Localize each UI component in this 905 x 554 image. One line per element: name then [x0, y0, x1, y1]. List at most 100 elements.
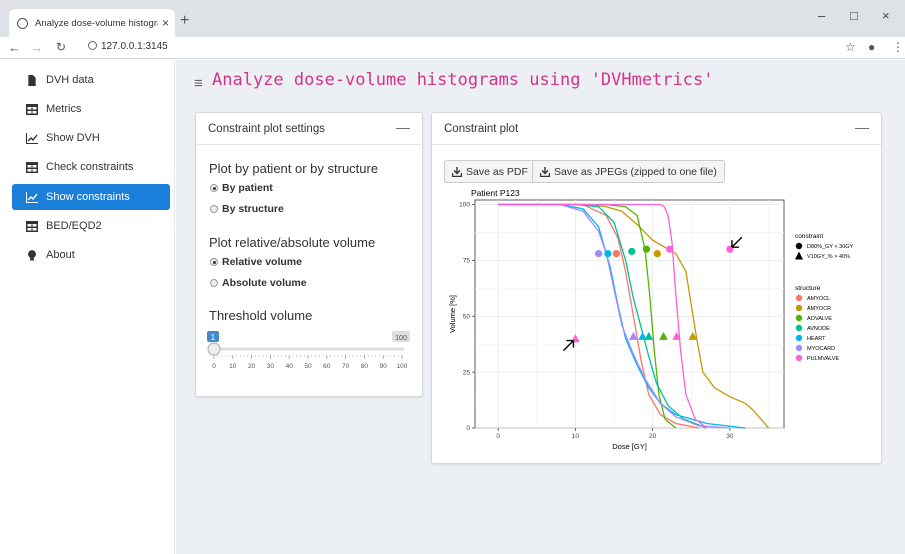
radio-by-structure[interactable]: By structure	[210, 203, 284, 215]
plot-panel	[474, 199, 785, 429]
radio-icon	[210, 205, 218, 213]
collapse-button[interactable]: —	[855, 119, 869, 135]
globe-icon	[17, 17, 28, 29]
save-pdf-button[interactable]: Save as PDF	[444, 160, 536, 183]
settings-box: Constraint plot settings — Plot by patie…	[195, 112, 423, 397]
close-window-button[interactable]: ×	[882, 8, 890, 23]
legend-label-structure: MYOCARD	[807, 346, 835, 352]
legend-key-amyocr	[795, 304, 803, 312]
x-tick-label: 10	[572, 433, 580, 440]
legend-label-structure: AVNODE	[807, 326, 830, 332]
slider-tick-label: 90	[380, 363, 388, 370]
sidebar: DVH data Metrics Show DVH Check constrai…	[0, 60, 175, 554]
settings-box-title: Constraint plot settings	[208, 123, 325, 135]
group1-label: Plot by patient or by structure	[209, 161, 379, 176]
x-tick-label: 30	[726, 433, 734, 440]
page-title: Analyze dose-volume histograms using 'DV…	[212, 70, 714, 90]
threshold-slider[interactable]: 1 100 0 10 20 30 40 50 60 70 80 90 100	[204, 328, 416, 374]
sidebar-item-bed-eqd2[interactable]: BED/EQD2	[12, 213, 170, 239]
legend-label-constraint: V10GY_% > 40%	[807, 254, 850, 260]
sidebar-item-dvh-data[interactable]: DVH data	[12, 67, 170, 93]
sidebar-item-label: BED/EQD2	[46, 220, 102, 232]
y-tick-label: 0	[466, 425, 470, 432]
save-jpeg-button[interactable]: Save as JPEGs (zipped to one file)	[532, 160, 725, 183]
radio-relative-volume[interactable]: Relative volume	[210, 256, 302, 268]
legend-key-heart	[795, 334, 803, 342]
slider-ticks: 0 10 20 30 40 50 60 70 80 90 100	[212, 355, 408, 370]
main-content: ≡ Analyze dose-volume histograms using '…	[176, 60, 905, 554]
slider-tick-label: 20	[248, 363, 256, 370]
sidebar-item-label: Check constraints	[46, 161, 134, 173]
table-icon	[26, 220, 38, 232]
back-icon[interactable]: ←	[8, 40, 21, 55]
collapse-button[interactable]: —	[396, 119, 410, 135]
line-chart-icon	[26, 132, 38, 144]
x-axis-label: Dose [GY]	[612, 442, 647, 451]
slider-tick-label: 40	[286, 363, 294, 370]
download-icon	[452, 166, 462, 177]
radio-by-patient[interactable]: By patient	[210, 182, 273, 194]
slider-value-text: 1	[211, 333, 216, 342]
slider-tick-label: 50	[304, 363, 312, 370]
table-icon	[26, 161, 38, 173]
legend-key-myocard	[795, 344, 803, 352]
legend-label-structure: AOVALVE	[807, 316, 832, 322]
sidebar-item-about[interactable]: About	[12, 242, 170, 268]
y-tick-label: 50	[463, 313, 471, 320]
sidebar-item-metrics[interactable]: Metrics	[12, 96, 170, 122]
slider-track[interactable]	[212, 347, 404, 351]
group2-label: Plot relative/absolute volume	[209, 235, 376, 250]
radio-selected-icon	[210, 184, 218, 192]
plot-box-title: Constraint plot	[444, 123, 519, 135]
browser-tab[interactable]: Analyze dose-volume histogram ×	[9, 9, 175, 37]
url-text: 127.0.0.1:3145	[101, 41, 168, 52]
legend-key-amyocl	[795, 294, 803, 302]
slider-max-text: 100	[395, 335, 407, 342]
legend-label-structure: PULMVALVE	[807, 356, 840, 362]
sidebar-item-show-dvh[interactable]: Show DVH	[12, 125, 170, 151]
tab-close-button[interactable]: ×	[162, 16, 169, 30]
save-jpeg-label: Save as JPEGs (zipped to one file)	[554, 165, 717, 178]
slider-tick-label: 100	[397, 363, 408, 370]
constraint-marker-circle	[604, 250, 612, 258]
radio-absolute-volume[interactable]: Absolute volume	[210, 277, 307, 289]
sidebar-item-show-constraints[interactable]: Show constraints	[12, 184, 170, 210]
sidebar-item-label: Show constraints	[46, 191, 130, 203]
radio-icon	[210, 279, 218, 287]
chart-title: Patient P123	[471, 188, 520, 198]
forward-icon[interactable]: →	[30, 40, 43, 55]
slider-tick-label: 0	[212, 363, 216, 370]
address-bar[interactable]: 127.0.0.1:3145	[88, 41, 168, 52]
legend-label-constraint: D80%_GY < 30GY	[807, 244, 854, 250]
y-tick-label: 75	[463, 258, 471, 265]
legend-label-structure: AMYOCL	[807, 296, 830, 302]
download-icon	[540, 166, 550, 177]
radio-label: By patient	[222, 182, 273, 194]
slider-tick-label: 80	[361, 363, 369, 370]
new-tab-button[interactable]: +	[180, 12, 189, 30]
sidebar-item-label: Metrics	[46, 103, 82, 115]
reload-icon[interactable]: ↻	[56, 40, 66, 54]
minimize-button[interactable]: –	[818, 8, 825, 23]
constraint-marker-circle	[653, 250, 661, 258]
radio-label: Absolute volume	[222, 277, 307, 289]
constraint-marker-circle	[642, 245, 651, 253]
table-icon	[26, 103, 38, 115]
slider-tick-label: 30	[267, 363, 275, 370]
tab-title: Analyze dose-volume histogram	[35, 17, 158, 29]
legend-key-pulmvalve	[795, 354, 803, 362]
slider-handle[interactable]	[207, 342, 221, 356]
legend-key-circle	[795, 242, 803, 250]
hamburger-menu-icon[interactable]: ≡	[194, 75, 203, 92]
x-tick-label: 0	[496, 433, 500, 440]
maximize-button[interactable]: □	[850, 8, 858, 23]
sidebar-item-label: DVH data	[46, 74, 94, 86]
bookmark-star-icon[interactable]: ☆	[845, 40, 856, 54]
profile-icon[interactable]: ●	[868, 40, 875, 54]
browser-tab-strip: Analyze dose-volume histogram × + – □ ×	[0, 0, 905, 37]
y-tick-label: 25	[463, 369, 471, 376]
y-axis-label: Volume [%]	[448, 295, 457, 333]
sidebar-item-check-constraints[interactable]: Check constraints	[12, 154, 170, 180]
menu-dots-icon[interactable]: ⋮	[892, 40, 904, 54]
slider-tick-label: 60	[323, 363, 331, 370]
